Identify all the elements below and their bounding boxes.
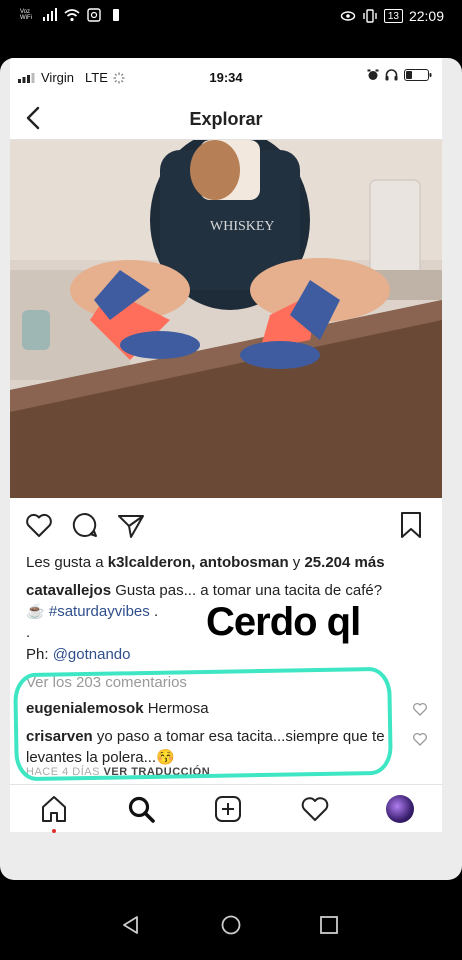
android-status-bar: Voz WiFi 13 22:09 (0, 0, 462, 36)
activity-heart-icon (301, 796, 329, 821)
tab-activity[interactable] (299, 793, 331, 825)
alarm-icon (367, 69, 379, 80)
eye-icon (340, 11, 356, 21)
caption-end: . (153, 603, 159, 620)
nav-recents-icon[interactable] (318, 914, 340, 936)
tab-new-post[interactable] (212, 793, 244, 825)
tab-home[interactable] (38, 793, 70, 833)
caption-hashtag[interactable]: #saturdayvibes (49, 603, 150, 620)
instagram-tab-bar (10, 784, 442, 833)
page-title: Explorar (189, 109, 263, 129)
photographer-credit: Ph: @gotnando (26, 646, 130, 663)
photographer-mention[interactable]: @gotnando (53, 646, 131, 663)
active-tab-dot (51, 828, 56, 833)
svg-text:WHISKEY: WHISKEY (210, 219, 275, 234)
caption-text: Gusta pas... a tomar una tacita de café? (115, 582, 383, 599)
caption-username[interactable]: catavallejos (26, 582, 111, 599)
nav-home-icon[interactable] (220, 914, 242, 936)
battery-level: 13 (387, 10, 399, 22)
share-icon[interactable] (116, 510, 146, 540)
ph-label: Ph: (26, 646, 49, 663)
nav-back-icon[interactable] (120, 914, 142, 936)
likes-prefix: Les gusta a (26, 554, 104, 571)
photo-illustration: WHISKEY (10, 140, 442, 498)
vowifi-indicator: Voz WiFi (20, 9, 32, 21)
comment-like-icon[interactable] (412, 731, 428, 747)
likes-and: y (292, 554, 301, 571)
likes-count[interactable]: 25.204 más (304, 554, 384, 571)
coffee-emoji: ☕ (26, 603, 45, 620)
like-heart-icon[interactable] (24, 510, 54, 540)
ios-status-bar: Virgin LTE 19:34 (10, 58, 442, 96)
comment-like-icon[interactable] (412, 701, 428, 717)
overlay-caption-text: Cerdo ql (206, 600, 361, 644)
add-post-icon (214, 795, 241, 822)
android-clock: 22:09 (408, 8, 444, 24)
search-icon (128, 796, 155, 823)
android-nav-bar (0, 892, 462, 960)
nfc-icon (87, 8, 101, 22)
wifi-icon (64, 9, 80, 22)
bookmark-icon[interactable] (396, 510, 426, 540)
home-icon (41, 795, 66, 822)
vibrate-icon (363, 9, 377, 23)
sim-icon (113, 9, 119, 21)
tab-search[interactable] (125, 793, 157, 825)
battery-icon: 13 (383, 9, 403, 23)
likes-users[interactable]: k3lcalderon, antobosman (108, 554, 289, 571)
signal-icon (43, 8, 57, 21)
post-photo[interactable]: WHISKEY (10, 140, 442, 498)
explore-navbar: Explorar (10, 96, 442, 140)
caption-dot: . (26, 624, 31, 641)
headphones-icon (385, 69, 398, 81)
ios-battery-icon (404, 69, 432, 81)
highlight-circle (13, 666, 393, 782)
likes-line[interactable]: Les gusta a k3lcalderon, antobosman y 25… (26, 554, 385, 571)
tab-profile-avatar[interactable] (386, 794, 415, 823)
comment-icon[interactable] (70, 510, 100, 540)
